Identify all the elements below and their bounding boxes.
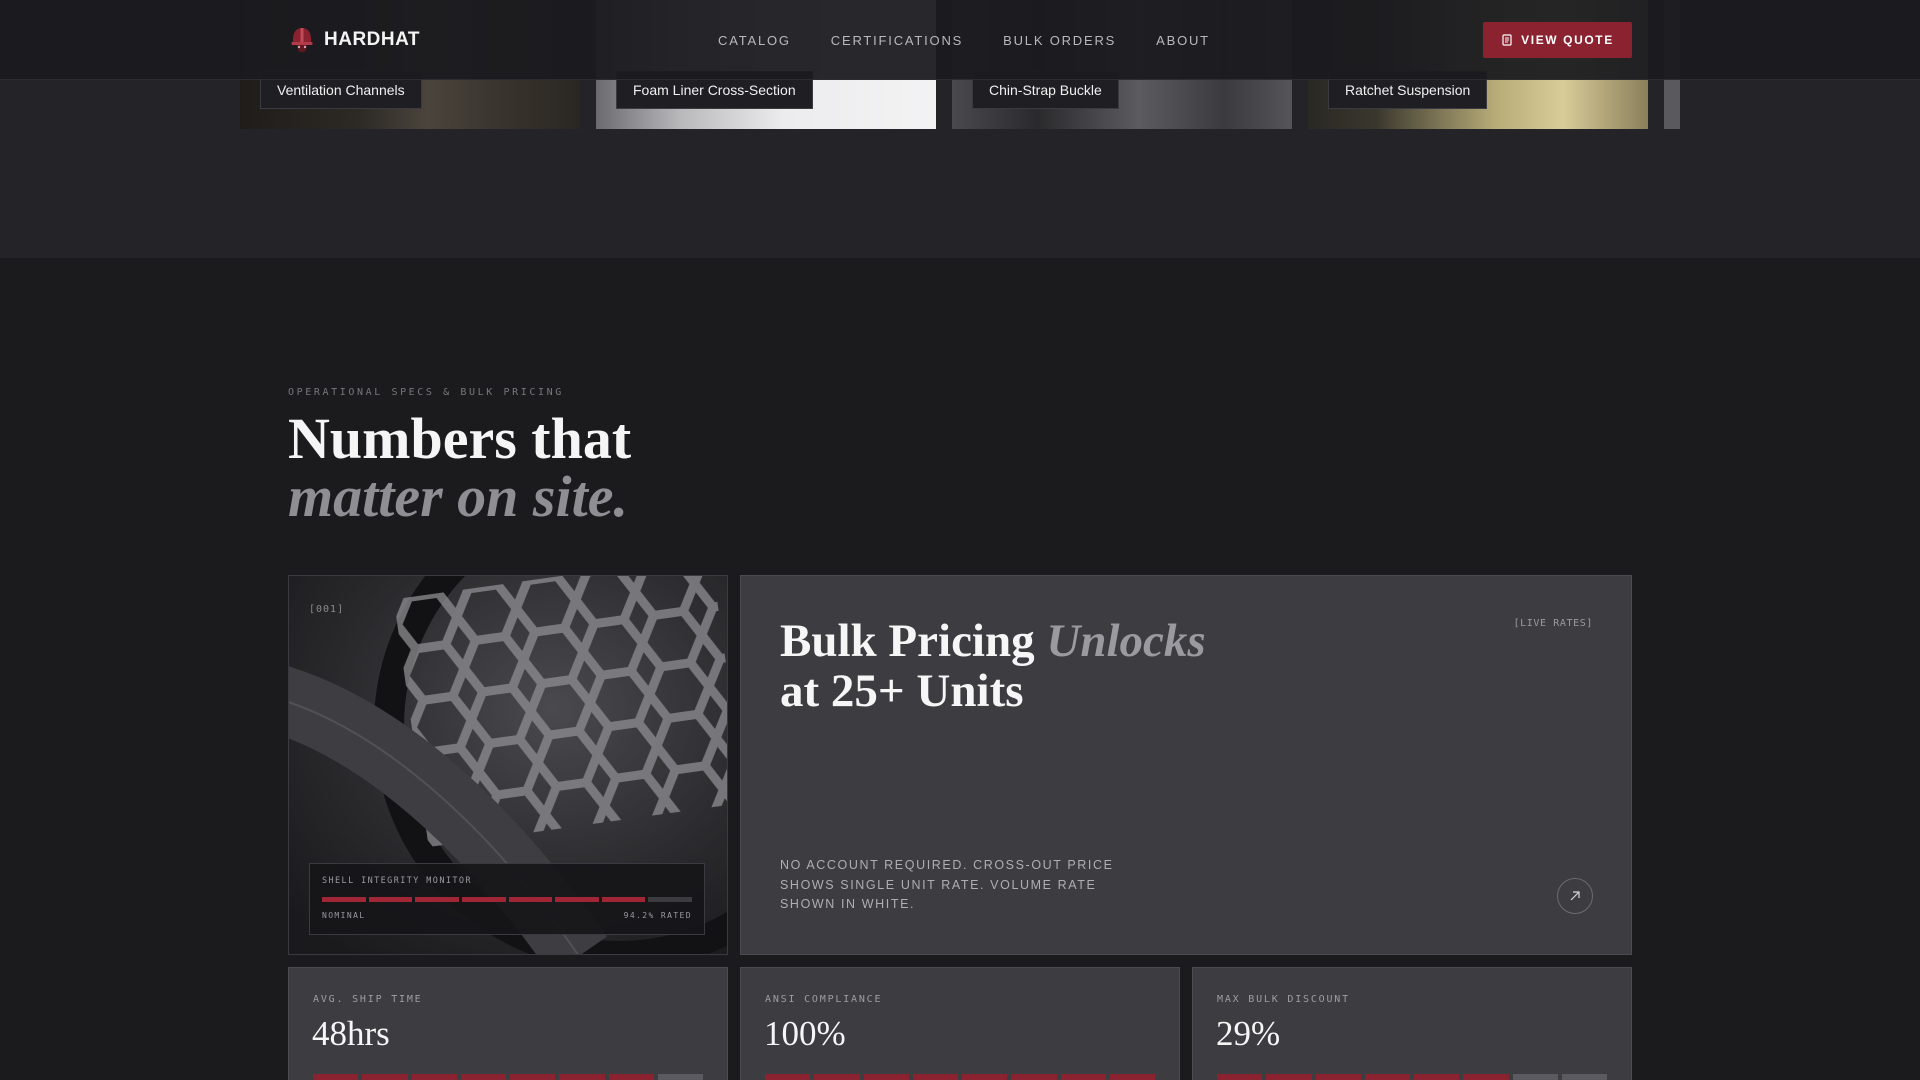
section-headline: Numbers that matter on site. [288,410,631,526]
pricing-title-c: at 25+ Units [780,665,1024,717]
progress-segment [508,897,553,902]
pricing-title-a: Bulk Pricing [780,615,1035,667]
progress-segment [608,1074,654,1080]
progress-segment [1217,1074,1263,1080]
stat-label: AVG. SHIP TIME [313,994,423,1005]
progress-segment [601,897,646,902]
brand-name: HARDHAT [324,29,421,50]
monitor-rating: 94.2% RATED [623,911,692,920]
progress-segment [559,1074,605,1080]
section-eyebrow: OPERATIONAL SPECS & BULK PRICING [288,387,564,398]
image-tag: [001] [309,604,345,615]
progress-segment [1060,1074,1106,1080]
progress-segment [415,897,459,902]
progress-segment [461,897,506,902]
stat-value: 29% [1216,1014,1281,1053]
progress-segment [1414,1074,1460,1080]
pricing-arrow-button[interactable] [1557,878,1593,914]
headline-line-1: Numbers that [288,406,632,471]
progress-segment [411,1074,457,1080]
monitor-progress [322,897,692,902]
stat-label: ANSI COMPLIANCE [765,994,883,1005]
progress-segment [313,1074,359,1080]
helmet-icon [291,28,313,52]
nav-certifications[interactable]: CERTIFICATIONS [831,33,963,48]
document-icon [1502,34,1512,46]
arrow-up-right-icon [1570,891,1580,901]
progress-segment [362,1074,408,1080]
main-nav: CATALOG CERTIFICATIONS BULK ORDERS ABOUT [718,33,1210,48]
nav-about[interactable]: ABOUT [1156,33,1210,48]
progress-segment [555,897,599,902]
progress-segment [1315,1074,1361,1080]
progress-segment [460,1074,506,1080]
progress-segment [962,1074,1008,1080]
stat-progress [313,1074,703,1080]
progress-segment [1266,1074,1312,1080]
live-rates-tag: [LIVE RATES] [1513,618,1593,629]
pricing-description: NO ACCOUNT REQUIRED. CROSS-OUT PRICE SHO… [780,858,1114,911]
view-quote-label: VIEW QUOTE [1521,33,1614,47]
progress-segment [1561,1074,1607,1080]
stat-progress [1217,1074,1607,1080]
progress-segment [368,897,413,902]
stat-card-bulk-discount: MAX BULK DISCOUNT 29% [1192,967,1632,1080]
monitor-title: SHELL INTEGRITY MONITOR [322,876,472,886]
stat-label: MAX BULK DISCOUNT [1217,994,1350,1005]
progress-segment [1463,1074,1509,1080]
stat-progress [765,1074,1155,1080]
shell-integrity-monitor: SHELL INTEGRITY MONITOR NOMINAL 94.2% RA… [309,863,705,935]
progress-segment [648,897,692,902]
progress-segment [1109,1074,1155,1080]
stat-card-ship-time: AVG. SHIP TIME 48hrs [288,967,728,1080]
progress-segment [510,1074,556,1080]
progress-segment [765,1074,811,1080]
nav-catalog[interactable]: CATALOG [718,33,791,48]
progress-segment [322,897,366,902]
progress-segment [814,1074,860,1080]
stat-card-ansi-compliance: ANSI COMPLIANCE 100% [740,967,1180,1080]
monitor-status: NOMINAL [322,911,366,920]
progress-segment [1512,1074,1558,1080]
stat-value: 100% [764,1014,846,1053]
progress-segment [1011,1074,1057,1080]
site-header: HARDHAT CATALOG CERTIFICATIONS BULK ORDE… [0,0,1920,80]
nav-bulk-orders[interactable]: BULK ORDERS [1003,33,1116,48]
pricing-title-b: Unlocks [1046,615,1206,667]
progress-segment [912,1074,958,1080]
shell-image-card: [001] SHELL INTEGRITY MONITOR NOMINAL 94… [288,575,728,955]
pricing-title: Bulk Pricing Unlocks at 25+ Units [780,616,1206,716]
view-quote-button[interactable]: VIEW QUOTE [1483,22,1632,58]
bulk-pricing-card[interactable]: Bulk Pricing Unlocks at 25+ Units [LIVE … [740,575,1632,955]
progress-segment [657,1074,703,1080]
stat-value: 48hrs [312,1014,390,1053]
progress-segment [1364,1074,1410,1080]
headline-line-2: matter on site. [288,464,628,529]
brand-logo-link[interactable]: HARDHAT [290,26,420,54]
progress-segment [863,1074,909,1080]
